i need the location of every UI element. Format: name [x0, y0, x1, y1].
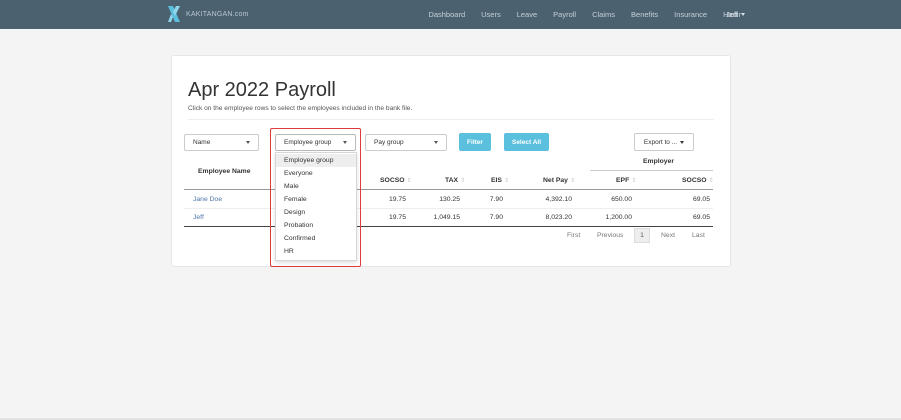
cell-tax: 1,049.15 [433, 214, 460, 221]
col-employer-socso-label: SOCSO [682, 177, 707, 184]
pager-next[interactable]: Next [661, 232, 675, 239]
pager-current[interactable]: 1 [634, 228, 650, 243]
pay-group-select[interactable]: Pay group [365, 134, 447, 151]
export-button-label: Export to ... [643, 138, 678, 146]
employee-group-dropdown: Employee group Everyone Male Female Desi… [275, 152, 357, 261]
payroll-card: Apr 2022 Payroll Click on the employee r… [171, 55, 731, 267]
sort-icon: ⇕ [460, 178, 466, 184]
cell-epf: 1,200.00 [605, 214, 632, 221]
col-header-employer-socso[interactable]: SOCSO ⇕ [682, 177, 714, 184]
table-header-line [184, 189, 713, 190]
col-header-epf[interactable]: EPF ⇕ [616, 177, 636, 184]
dropdown-option-design[interactable]: Design [276, 206, 356, 219]
col-header-tax[interactable]: TAX ⇕ [445, 177, 465, 184]
page-subtitle: Click on the employee rows to select the… [188, 105, 413, 112]
cell-tax: 130.25 [439, 196, 460, 203]
dropdown-option-everyone[interactable]: Everyone [276, 167, 356, 180]
pager-first[interactable]: First [567, 232, 580, 239]
employee-group-select[interactable]: Employee group [275, 134, 356, 151]
user-name: Jeff [726, 10, 738, 19]
sort-icon: ⇕ [631, 178, 637, 184]
cell-employer-socso: 69.05 [692, 196, 710, 203]
employee-name-header: Employee Name [198, 168, 251, 175]
pager-last[interactable]: Last [692, 232, 705, 239]
x-logo-icon [168, 6, 180, 22]
col-header-net-pay[interactable]: Net Pay ⇕ [543, 177, 575, 184]
col-socso-label: SOCSO [380, 177, 405, 184]
cell-eis: 7.90 [489, 214, 503, 221]
col-net-pay-label: Net Pay [543, 177, 568, 184]
sort-icon: ⇕ [569, 178, 575, 184]
user-menu[interactable]: Jeff [726, 0, 745, 29]
employer-group-header: Employer [643, 158, 674, 165]
page-title: Apr 2022 Payroll [188, 79, 336, 101]
caret-down-icon [434, 141, 438, 144]
name-select[interactable]: Name [184, 134, 259, 151]
caret-down-icon [343, 141, 347, 144]
caret-down-icon [246, 141, 250, 144]
nav-claims[interactable]: Claims [584, 10, 623, 19]
nav-payroll[interactable]: Payroll [545, 10, 584, 19]
brand-logo[interactable]: KAKITANGAN.com [166, 5, 249, 23]
employee-name-link[interactable]: Jeff [193, 214, 204, 221]
cell-epf: 650.00 [611, 196, 632, 203]
dropdown-option-male[interactable]: Male [276, 180, 356, 193]
employee-name-link[interactable]: Jane Doe [193, 196, 222, 203]
dropdown-option-employee-group[interactable]: Employee group [276, 154, 356, 167]
brand-name: KAKITANGAN.com [186, 10, 249, 18]
sort-icon: ⇕ [503, 178, 509, 184]
col-header-socso[interactable]: SOCSO ⇕ [380, 177, 412, 184]
col-tax-label: TAX [445, 177, 459, 184]
cell-employer-socso: 69.05 [692, 214, 710, 221]
nav-benefits[interactable]: Benefits [623, 10, 666, 19]
dropdown-option-confirmed[interactable]: Confirmed [276, 232, 356, 245]
employee-group-select-label: Employee group [284, 139, 332, 146]
name-select-label: Name [193, 139, 211, 146]
pager-previous[interactable]: Previous [597, 232, 623, 239]
cell-net-pay: 4,392.10 [545, 196, 572, 203]
employer-header-line [590, 170, 713, 171]
nav-links: Dashboard Users Leave Payroll Claims Ben… [420, 0, 749, 29]
divider [188, 119, 714, 120]
caret-down-icon [740, 13, 745, 16]
nav-users[interactable]: Users [473, 10, 509, 19]
table-bottom-line [184, 226, 713, 227]
export-button[interactable]: Export to ... [634, 133, 694, 151]
filter-button[interactable]: Filter [459, 133, 491, 151]
col-eis-label: EIS [491, 177, 502, 184]
col-header-eis[interactable]: EIS ⇕ [491, 177, 509, 184]
dropdown-option-hr[interactable]: HR [276, 245, 356, 258]
nav-dashboard[interactable]: Dashboard [420, 10, 473, 19]
cell-socso: 19.75 [388, 214, 406, 221]
col-epf-label: EPF [616, 177, 630, 184]
cell-eis: 7.90 [489, 196, 503, 203]
dropdown-option-probation[interactable]: Probation [276, 219, 356, 232]
sort-icon: ⇕ [406, 178, 412, 184]
caret-down-icon [680, 140, 685, 144]
select-all-button[interactable]: Select All [504, 133, 549, 151]
pay-group-select-label: Pay group [374, 139, 404, 146]
cell-socso: 19.75 [388, 196, 406, 203]
nav-insurance[interactable]: Insurance [666, 10, 715, 19]
nav-leave[interactable]: Leave [509, 10, 545, 19]
cell-net-pay: 8,023.20 [545, 214, 572, 221]
dropdown-option-female[interactable]: Female [276, 193, 356, 206]
row-divider [184, 208, 713, 209]
sort-icon: ⇕ [708, 178, 714, 184]
top-navbar: KAKITANGAN.com Dashboard Users Leave Pay… [0, 0, 901, 29]
